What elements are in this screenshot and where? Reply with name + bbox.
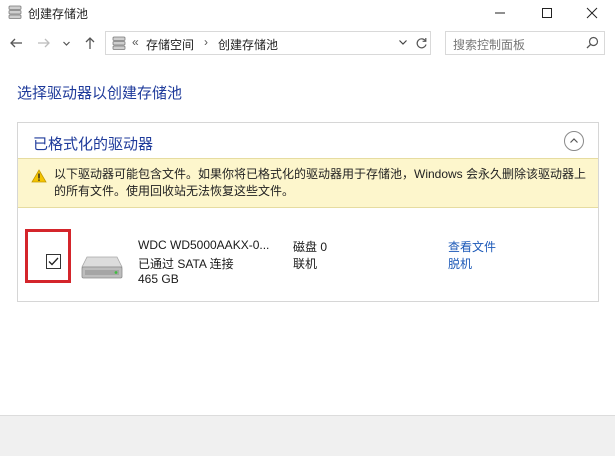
warning-text: 以下驱动器可能包含文件。如果你将已格式化的驱动器用于存储池，Windows 会永… bbox=[54, 167, 587, 198]
forward-arrow-icon bbox=[38, 38, 50, 48]
back-arrow-icon bbox=[10, 38, 22, 48]
drive-connection: 已通过 SATA 连接 bbox=[138, 257, 234, 271]
search-placeholder: 搜索控制面板 bbox=[453, 38, 526, 52]
close-icon bbox=[586, 7, 598, 19]
breadcrumb-separator[interactable]: › bbox=[204, 35, 208, 49]
breadcrumb-create-pool[interactable]: 创建存储池 bbox=[218, 36, 278, 53]
footer-bar bbox=[0, 415, 615, 456]
title-bar: 创建存储池 bbox=[0, 0, 615, 26]
up-arrow-icon bbox=[85, 37, 95, 49]
address-bar[interactable]: « 存储空间 › 创建存储池 bbox=[105, 31, 431, 55]
storage-app-icon bbox=[8, 5, 22, 19]
maximize-button[interactable] bbox=[524, 0, 570, 26]
offline-link[interactable]: 脱机 bbox=[448, 255, 472, 272]
search-icon[interactable] bbox=[586, 36, 599, 49]
storage-icon bbox=[112, 36, 126, 50]
search-input[interactable]: 搜索控制面板 bbox=[445, 31, 605, 55]
collapse-icon bbox=[570, 138, 578, 143]
refresh-icon bbox=[416, 37, 427, 48]
drive-checkbox[interactable] bbox=[46, 254, 61, 272]
close-button[interactable] bbox=[569, 0, 615, 26]
drive-list-item: WDC WD5000AAKX-0... 已通过 SATA 连接 465 GB 磁… bbox=[18, 209, 598, 301]
minimize-icon bbox=[495, 12, 505, 14]
refresh-button[interactable] bbox=[412, 33, 430, 53]
forward-button[interactable] bbox=[35, 34, 53, 52]
drive-state: 联机 bbox=[293, 257, 318, 271]
panel-header: 已格式化的驱动器 bbox=[18, 123, 598, 159]
minimize-button[interactable] bbox=[477, 0, 523, 26]
chevron-down-icon bbox=[62, 41, 70, 46]
checkbox-icon bbox=[46, 254, 61, 269]
back-button[interactable] bbox=[7, 34, 25, 52]
page-title: 选择驱动器以创建存储池 bbox=[17, 85, 183, 102]
drive-size: 465 GB bbox=[138, 272, 179, 286]
up-button[interactable] bbox=[81, 34, 99, 52]
breadcrumb-storage-spaces[interactable]: 存储空间 bbox=[146, 36, 194, 53]
breadcrumb-overflow[interactable]: « bbox=[132, 35, 139, 49]
warning-icon bbox=[31, 169, 47, 183]
formatted-drives-panel: 已格式化的驱动器 以下驱动器可能包含文件。如果你将已格式化的驱动器用于存储池，W… bbox=[17, 122, 599, 302]
view-files-link[interactable]: 查看文件 bbox=[448, 238, 496, 255]
panel-title: 已格式化的驱动器 bbox=[33, 136, 154, 153]
maximize-icon bbox=[542, 8, 552, 18]
collapse-button[interactable] bbox=[564, 131, 584, 151]
warning-banner: 以下驱动器可能包含文件。如果你将已格式化的驱动器用于存储池，Windows 会永… bbox=[18, 158, 598, 208]
hard-drive-icon bbox=[81, 256, 123, 279]
chevron-down-icon[interactable] bbox=[398, 37, 408, 47]
window-title: 创建存储池 bbox=[28, 7, 89, 21]
recent-locations-button[interactable] bbox=[60, 34, 72, 52]
drive-name: WDC WD5000AAKX-0... bbox=[138, 238, 270, 252]
drive-disk-number: 磁盘 0 bbox=[293, 240, 328, 254]
